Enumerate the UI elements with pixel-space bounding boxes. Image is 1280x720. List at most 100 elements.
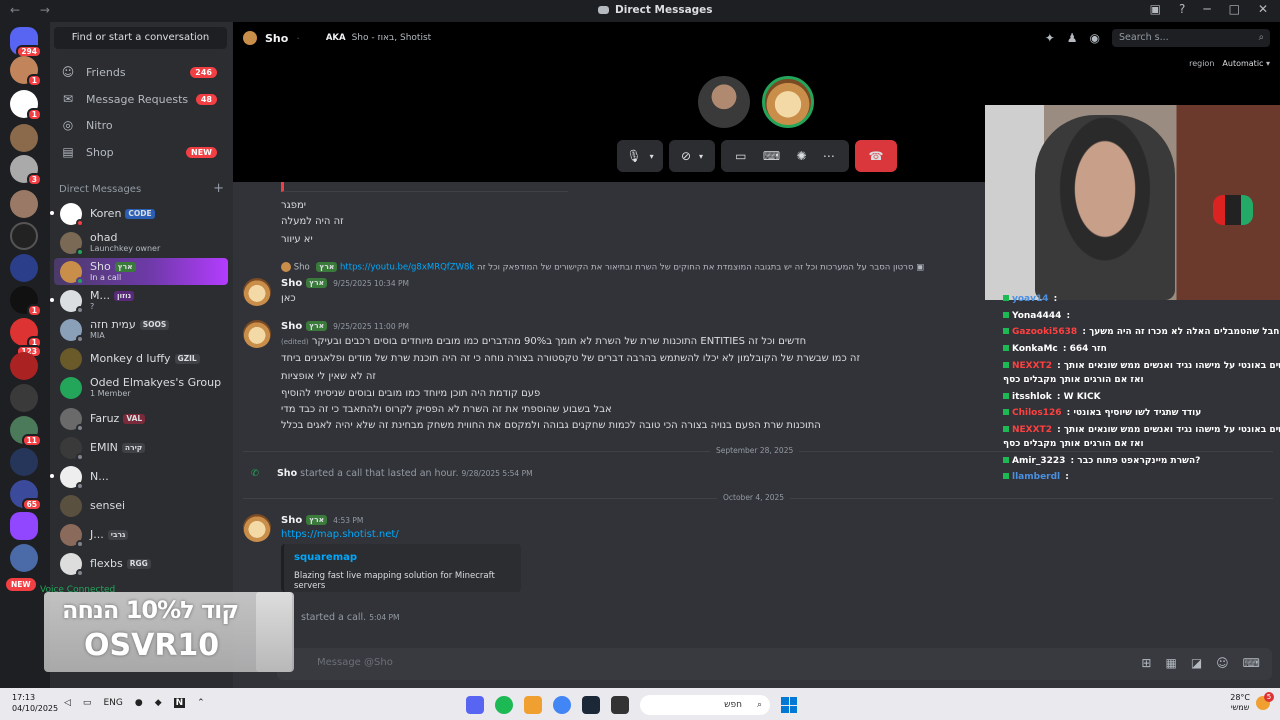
dm-name: EMIN קירה bbox=[90, 441, 146, 454]
server-icon[interactable]: 1 123 bbox=[10, 318, 42, 358]
region-selector[interactable]: region Automatic ▾ bbox=[1189, 59, 1270, 68]
message-avatar[interactable] bbox=[243, 514, 271, 542]
server-icon[interactable] bbox=[10, 254, 38, 282]
game-icon[interactable]: ⌨ bbox=[1243, 656, 1260, 670]
windows-start-icon[interactable] bbox=[781, 697, 797, 713]
network-icon[interactable]: ▭ bbox=[83, 698, 92, 708]
dm-item[interactable]: EMIN קירה bbox=[54, 434, 228, 461]
nav-nitro[interactable]: ◎ Nitro bbox=[54, 113, 226, 137]
chrome-app-icon[interactable] bbox=[553, 696, 571, 714]
inbox-icon[interactable]: ▣ bbox=[1150, 2, 1161, 16]
server-icon[interactable]: 1 bbox=[10, 286, 42, 317]
minimize-icon[interactable]: ─ bbox=[1203, 2, 1210, 16]
twitch-server-icon[interactable] bbox=[10, 512, 38, 540]
taskbar-search[interactable]: חפש ⌕ bbox=[640, 695, 770, 715]
steam-app-icon[interactable] bbox=[582, 696, 600, 714]
app-icon[interactable] bbox=[524, 696, 542, 714]
server-icon[interactable]: 1 bbox=[10, 56, 42, 87]
message-link[interactable]: https://map.shotist.net/ bbox=[281, 529, 399, 540]
message-composer[interactable]: Message @Sho ⊞ ▦ ◪ ☺ ⌨ bbox=[277, 648, 1272, 680]
dm-item[interactable]: עמית חזה SOOS MIA bbox=[54, 316, 228, 343]
dm-item[interactable]: Koren CODE bbox=[50, 200, 228, 227]
weather-widget[interactable]: 28°C שמשי bbox=[1230, 693, 1250, 713]
server-badge: 3 bbox=[26, 173, 42, 186]
server-tag: ארץ bbox=[114, 262, 136, 272]
link-embed[interactable]: squaremap Blazing fast live mapping solu… bbox=[281, 544, 521, 592]
avatar bbox=[60, 552, 84, 577]
search-input[interactable]: Search s... ⌕ bbox=[1112, 29, 1270, 47]
home-button[interactable]: 294 bbox=[10, 27, 42, 58]
mute-button[interactable]: 🎙 ▾ bbox=[617, 140, 663, 172]
sticker-icon[interactable]: ◪ bbox=[1191, 656, 1202, 670]
taskbar-clock[interactable]: 17:13 04/10/2025 bbox=[12, 692, 58, 714]
dm-item[interactable]: Monkey d luffy GZIL bbox=[54, 345, 228, 372]
gift-icon[interactable]: ⊞ bbox=[1141, 656, 1151, 670]
emoji-icon[interactable]: ☺ bbox=[1216, 656, 1229, 670]
onenote-icon[interactable]: N bbox=[173, 698, 186, 708]
disconnect-button[interactable]: ☎ bbox=[855, 140, 897, 172]
server-badge: 1 bbox=[26, 74, 42, 87]
server-icon[interactable] bbox=[10, 448, 38, 476]
server-icon[interactable] bbox=[10, 190, 38, 218]
file-explorer-icon[interactable] bbox=[611, 696, 629, 714]
server-icon[interactable] bbox=[10, 124, 38, 152]
gif-icon[interactable]: ▦ bbox=[1165, 656, 1176, 670]
reply-link[interactable]: https://youtu.be/g8xMRQfZW8k bbox=[340, 263, 474, 273]
dm-item[interactable]: Oded Elmakyes's Group 1 Member bbox=[54, 374, 228, 401]
requests-count-badge: 48 bbox=[195, 93, 217, 105]
dm-name: עמית חזה SOOS bbox=[90, 319, 170, 331]
more-icon[interactable]: ⋯ bbox=[823, 149, 835, 163]
dm-item[interactable]: sensei bbox=[54, 492, 228, 519]
server-icon[interactable] bbox=[10, 384, 38, 412]
embed-title[interactable]: squaremap bbox=[294, 552, 357, 563]
spotify-app-icon[interactable] bbox=[495, 696, 513, 714]
dm-item[interactable]: flexbs RGG bbox=[54, 550, 228, 577]
composer-placeholder: Message @Sho bbox=[317, 657, 393, 668]
server-icon[interactable]: 65 bbox=[10, 480, 42, 511]
maximize-icon[interactable]: □ bbox=[1229, 2, 1240, 16]
message-avatar[interactable] bbox=[243, 278, 271, 306]
discord-app-icon[interactable] bbox=[466, 696, 484, 714]
message-line: זה כמו שבשרת של הקובלמון לא יכלו להשתמש … bbox=[281, 353, 860, 364]
nav-shop[interactable]: ▤ Shop NEW bbox=[54, 140, 226, 164]
dm-name: sensei bbox=[90, 498, 126, 512]
add-dm-button[interactable]: + bbox=[213, 182, 224, 195]
activities-icon[interactable]: ⌨ bbox=[763, 149, 780, 163]
nav-friends[interactable]: ☺ Friends 246 bbox=[54, 60, 226, 84]
nav-arrows[interactable]: ← → bbox=[10, 3, 58, 17]
dm-item[interactable]: M... נוזון? bbox=[50, 287, 228, 314]
reply-preview[interactable]: Sho ארץ https://youtu.be/g8xMRQfZW8k סרט… bbox=[281, 262, 924, 273]
dm-item-active[interactable]: Sho ארץ In a call bbox=[54, 258, 228, 285]
server-icon[interactable]: 1 bbox=[10, 90, 42, 121]
screen-share-icon[interactable]: ▭ bbox=[735, 149, 746, 163]
soundboard-icon[interactable]: ✺ bbox=[796, 149, 806, 163]
dm-item[interactable]: Faruz VAL bbox=[54, 405, 228, 432]
server-icon[interactable] bbox=[10, 544, 38, 572]
message-avatar[interactable] bbox=[243, 320, 271, 348]
find-conversation-button[interactable]: Find or start a conversation bbox=[54, 27, 227, 49]
server-icon[interactable] bbox=[10, 222, 38, 250]
volume-icon[interactable]: ◁ bbox=[64, 698, 71, 708]
camera-button[interactable]: ⊘ ▾ bbox=[669, 140, 715, 172]
chevron-up-icon[interactable]: ⌃ bbox=[197, 698, 205, 708]
close-icon[interactable]: ✕ bbox=[1258, 2, 1268, 16]
call-participant-avatar[interactable] bbox=[762, 76, 814, 128]
pin-icon[interactable]: ✦ bbox=[1045, 31, 1055, 45]
controller-image bbox=[1213, 195, 1253, 225]
dm-item[interactable]: N... bbox=[50, 463, 228, 490]
dm-item[interactable]: J... גרבי bbox=[54, 521, 228, 548]
server-icon[interactable]: 11 bbox=[10, 416, 42, 447]
nav-message-requests[interactable]: ✉ Message Requests 48 bbox=[54, 87, 226, 111]
call-participant-avatar[interactable] bbox=[698, 76, 750, 128]
message-line: כאן bbox=[281, 293, 296, 304]
dm-item[interactable]: ohad Launchkey owner bbox=[54, 229, 228, 256]
add-friends-icon[interactable]: ♟ bbox=[1067, 31, 1078, 45]
notification-icon[interactable]: 5 bbox=[1256, 692, 1274, 710]
server-icon[interactable] bbox=[10, 352, 38, 380]
help-icon[interactable]: ? bbox=[1179, 2, 1185, 16]
language-indicator[interactable]: ENG bbox=[103, 698, 122, 708]
microphone-icon[interactable]: ● bbox=[135, 698, 143, 708]
tray-app-icon[interactable]: ◆ bbox=[155, 698, 162, 708]
server-icon[interactable]: 3 bbox=[10, 155, 42, 186]
profile-icon[interactable]: ◉ bbox=[1090, 31, 1100, 45]
